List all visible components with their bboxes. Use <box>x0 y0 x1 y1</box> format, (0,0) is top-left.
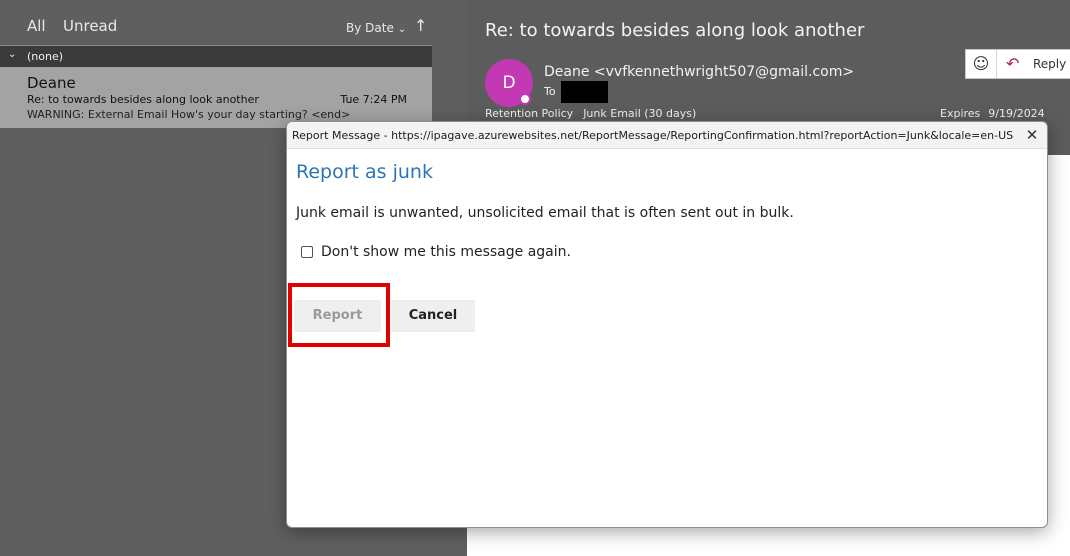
expires-value: 9/19/2024 <box>988 107 1045 120</box>
retention-value: Junk Email (30 days) <box>583 107 697 120</box>
list-item[interactable]: Deane Re: to towards besides along look … <box>0 67 432 128</box>
dialog-titlebar: Report Message - https://ipagave.azurewe… <box>287 122 1047 149</box>
dont-show-again-label[interactable]: Don't show me this message again. <box>321 244 571 260</box>
to-label: To <box>544 85 556 98</box>
redacted-recipient <box>561 81 608 103</box>
reply-label: Reply <box>1033 57 1067 71</box>
dialog-description: Junk email is unwanted, unsolicited emai… <box>296 205 794 221</box>
reply-button[interactable]: ↶ Reply <box>998 50 1070 78</box>
chevron-down-icon: ⌄ <box>8 49 17 60</box>
close-icon[interactable]: ✕ <box>1022 125 1042 145</box>
sender-name: Deane <box>27 74 76 92</box>
report-message-dialog: Report Message - https://ipagave.azurewe… <box>286 121 1048 528</box>
tab-all[interactable]: All <box>27 17 46 35</box>
group-header[interactable]: ⌄ (none) <box>0 45 432 67</box>
tab-unread[interactable]: Unread <box>63 17 117 35</box>
message-subject: Re: to towards besides along look anothe… <box>27 93 259 106</box>
sort-by-button[interactable]: By Date ⌄ <box>346 21 406 35</box>
dialog-title: Report Message - https://ipagave.azurewe… <box>292 129 1014 142</box>
page-title: Re: to towards besides along look anothe… <box>485 20 865 41</box>
emoji-icon[interactable]: ☺ <box>966 50 997 78</box>
dont-show-again-checkbox[interactable] <box>301 246 313 258</box>
sort-direction-icon[interactable]: ↑ <box>414 16 427 35</box>
group-label: (none) <box>27 50 64 63</box>
retention-policy: Retention Policy Junk Email (30 days) <box>485 107 696 120</box>
avatar[interactable]: D <box>485 59 533 107</box>
report-button[interactable]: Report <box>294 300 381 332</box>
message-preview: WARNING: External Email How's your day s… <box>27 108 351 121</box>
message-actions: ☺ ↶ Reply <box>965 49 1070 79</box>
retention-label: Retention Policy <box>485 107 574 120</box>
sender-address[interactable]: Deane <vvfkennethwright507@gmail.com> <box>544 64 854 80</box>
cancel-button[interactable]: Cancel <box>391 300 475 332</box>
reply-icon: ↶ <box>1006 54 1020 73</box>
dialog-heading: Report as junk <box>296 161 433 183</box>
presence-icon <box>519 93 531 105</box>
filter-bar: All Unread By Date ⌄ ↑ <box>0 0 432 44</box>
expires-label: Expires <box>940 107 981 120</box>
avatar-initial: D <box>502 73 516 93</box>
sort-by-label: By Date <box>346 21 394 35</box>
chevron-down-icon: ⌄ <box>397 24 407 35</box>
expires-info: Expires 9/19/2024 <box>940 107 1045 120</box>
message-time: Tue 7:24 PM <box>340 93 407 106</box>
